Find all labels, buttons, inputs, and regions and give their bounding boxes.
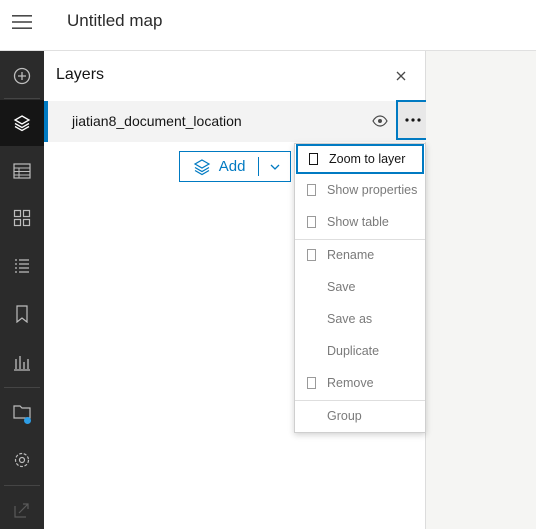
action-bar-divider bbox=[4, 98, 40, 99]
menu-item-show-properties[interactable]: Show properties bbox=[295, 175, 425, 205]
panel-title: Layers bbox=[56, 66, 105, 83]
action-bar-divider bbox=[4, 485, 40, 486]
bookmark-icon[interactable] bbox=[0, 291, 44, 337]
folder-icon[interactable] bbox=[0, 389, 44, 435]
menu-item-remove[interactable]: Remove bbox=[295, 368, 425, 398]
notification-dot bbox=[24, 417, 31, 424]
map-title[interactable]: Untitled map bbox=[67, 11, 162, 31]
menu-item-save-as[interactable]: Save as bbox=[295, 304, 425, 334]
more-dots-icon[interactable] bbox=[396, 100, 430, 140]
layer-options-menu: Zoom to layer Show properties Show table… bbox=[294, 143, 426, 433]
menu-item-zoom-to-layer[interactable]: Zoom to layer bbox=[296, 144, 424, 174]
chevron-down-icon[interactable] bbox=[259, 152, 290, 181]
menu-item-show-table[interactable]: Show table bbox=[295, 207, 425, 237]
table-icon[interactable] bbox=[0, 148, 44, 194]
app-header: Untitled map bbox=[0, 0, 536, 51]
menu-item-save[interactable]: Save bbox=[295, 272, 425, 302]
menu-item-icon bbox=[309, 153, 318, 165]
chart-icon[interactable] bbox=[0, 339, 44, 385]
gear-icon[interactable] bbox=[0, 437, 44, 483]
menu-item-icon bbox=[307, 249, 316, 261]
eye-icon[interactable] bbox=[368, 111, 392, 131]
close-icon[interactable] bbox=[386, 63, 416, 89]
add-circle-icon[interactable] bbox=[0, 53, 44, 99]
layer-name: jiatian8_document_location bbox=[72, 113, 242, 129]
layer-list-item[interactable]: jiatian8_document_location bbox=[44, 100, 430, 142]
menu-item-icon bbox=[307, 216, 316, 228]
menu-item-icon bbox=[307, 377, 316, 389]
legend-list-icon[interactable] bbox=[0, 243, 44, 289]
hamburger-icon[interactable] bbox=[0, 0, 44, 44]
layers-icon[interactable] bbox=[0, 100, 44, 146]
add-button-label: Add bbox=[218, 158, 246, 175]
menu-item-duplicate[interactable]: Duplicate bbox=[295, 336, 425, 366]
add-layer-button[interactable]: Add bbox=[180, 152, 258, 181]
add-layer-split-button: Add bbox=[179, 151, 291, 182]
action-bar bbox=[0, 51, 44, 529]
menu-item-rename[interactable]: Rename bbox=[295, 240, 425, 270]
layers-add-icon bbox=[193, 158, 210, 175]
menu-item-icon bbox=[307, 184, 316, 196]
share-icon[interactable] bbox=[0, 487, 44, 529]
map-view[interactable] bbox=[426, 51, 536, 529]
menu-item-group[interactable]: Group bbox=[295, 401, 425, 431]
action-bar-divider bbox=[4, 387, 40, 388]
basemap-grid-icon[interactable] bbox=[0, 195, 44, 241]
